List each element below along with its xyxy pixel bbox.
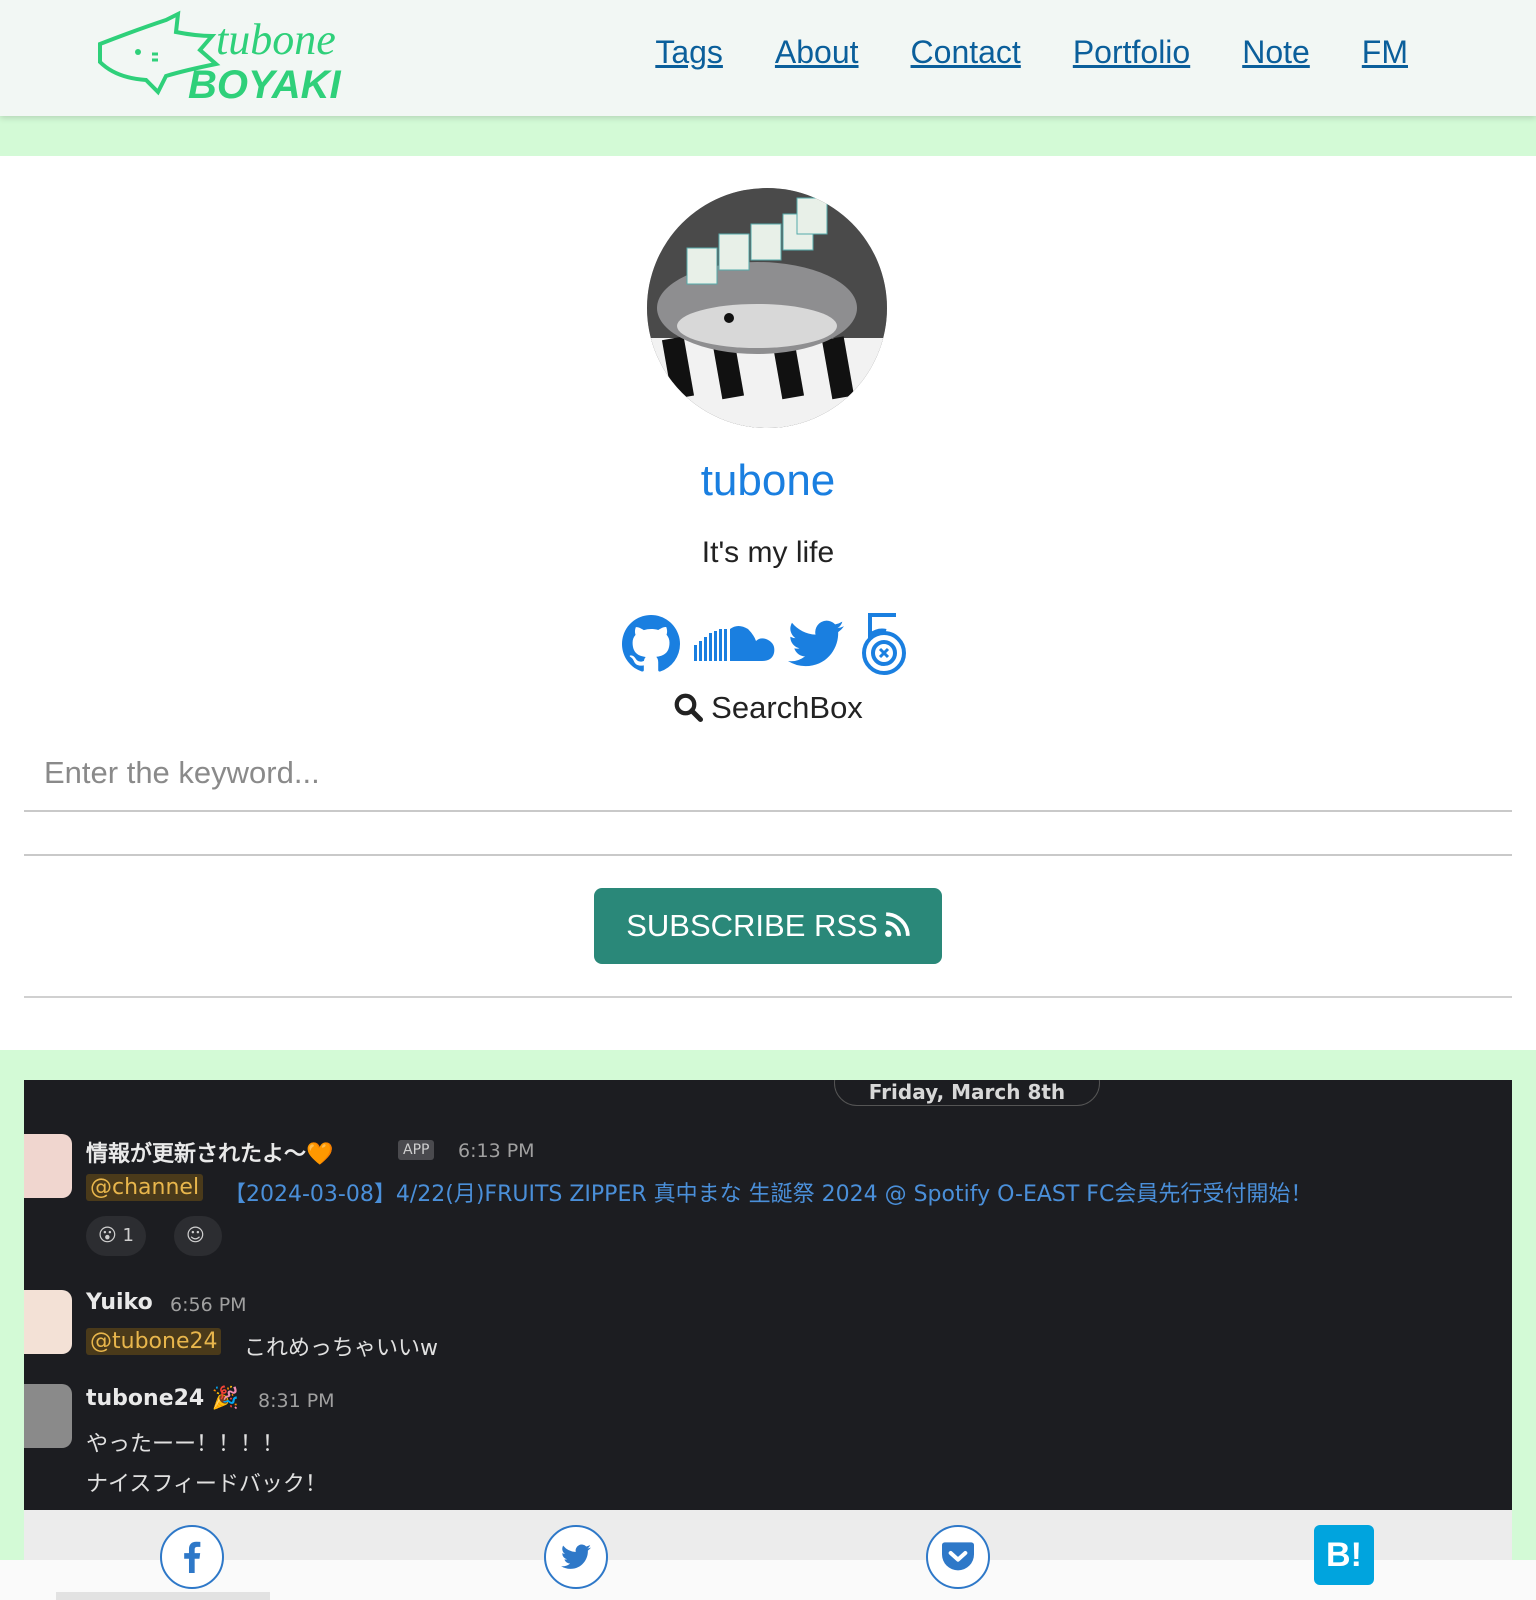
facebook-icon xyxy=(184,1541,201,1573)
twitter-icon[interactable] xyxy=(788,620,844,668)
subscribe-rss-label: SUBSCRIBE RSS xyxy=(626,908,878,943)
pocket-icon xyxy=(942,1542,974,1571)
search-input[interactable] xyxy=(24,736,1512,812)
card-divider xyxy=(24,996,1512,998)
nav-portfolio[interactable]: Portfolio xyxy=(1073,34,1190,71)
profile-tagline: It's my life xyxy=(701,536,835,569)
nav-contact[interactable]: Contact xyxy=(911,34,1021,71)
message-avatar xyxy=(24,1290,72,1354)
message-text: やったーー！！！！ xyxy=(86,1432,285,1457)
nav-fm[interactable]: FM xyxy=(1362,34,1408,71)
message-time: 8:31 PM xyxy=(258,1390,335,1412)
search-underline xyxy=(24,854,1512,856)
message-text: これめっちゃいいw xyxy=(244,1336,438,1361)
nav-about[interactable]: About xyxy=(775,34,859,71)
facebook-share-button[interactable] xyxy=(160,1525,224,1589)
message-sender: 情報が更新されたよ〜🧡 xyxy=(86,1142,334,1167)
message-sender: tubone24 🎉 xyxy=(86,1386,240,1411)
message-avatar xyxy=(24,1134,72,1198)
twitter-share-button[interactable] xyxy=(544,1525,608,1589)
soundcloud-icon[interactable] xyxy=(692,623,776,665)
avatar xyxy=(647,188,887,428)
twitter-icon xyxy=(561,1544,591,1569)
site-header: tubone BOYAKI Tags About Contact Portfol… xyxy=(0,0,1536,116)
message-text: 【2024-03-08】4/22(月)FRUITS ZIPPER 真中まな 生誕… xyxy=(224,1182,1313,1207)
main-nav: Tags About Contact Portfolio Note FM xyxy=(655,34,1408,71)
nav-note[interactable]: Note xyxy=(1242,34,1310,71)
message-mention: @tubone24 xyxy=(86,1328,222,1355)
message-time: 6:56 PM xyxy=(170,1294,247,1316)
search-title: SearchBox xyxy=(0,690,1536,726)
message-avatar xyxy=(24,1384,72,1448)
profile-name[interactable]: tubone xyxy=(0,456,1536,506)
subscribe-rss-button[interactable]: SUBSCRIBE RSS xyxy=(594,888,942,964)
pocket-share-button[interactable] xyxy=(926,1525,990,1589)
500px-icon[interactable] xyxy=(856,611,908,677)
search-title-label: SearchBox xyxy=(711,690,863,725)
reaction-badge: 😮 1 xyxy=(86,1216,146,1256)
message-sender: Yuiko xyxy=(86,1290,153,1315)
date-pill: Friday, March 8th xyxy=(834,1080,1100,1106)
rss-icon xyxy=(884,912,910,937)
message-text: ナイスフィードバック！ xyxy=(86,1472,327,1497)
logo-text-top: tubone xyxy=(216,15,336,64)
gray-strip xyxy=(56,1592,270,1600)
github-icon[interactable] xyxy=(622,615,680,673)
social-links xyxy=(622,611,908,677)
site-logo[interactable]: tubone BOYAKI xyxy=(96,10,376,104)
nav-tags[interactable]: Tags xyxy=(655,34,723,71)
profile-card: tubone It's my life SearchBox Enter the … xyxy=(0,156,1536,1050)
message-mention: @channel xyxy=(86,1174,204,1201)
post-thumbnail-image[interactable]: Friday, March 8th 情報が更新されたよ〜🧡 APP 6:13 P… xyxy=(24,1080,1512,1560)
search-icon xyxy=(674,693,704,722)
app-badge: APP xyxy=(398,1140,435,1160)
message-time: 6:13 PM xyxy=(458,1140,535,1162)
hatena-bookmark-button[interactable]: B! xyxy=(1314,1525,1374,1585)
add-reaction-icon: ☺ xyxy=(174,1216,222,1256)
logo-text-bottom: BOYAKI xyxy=(188,63,341,104)
